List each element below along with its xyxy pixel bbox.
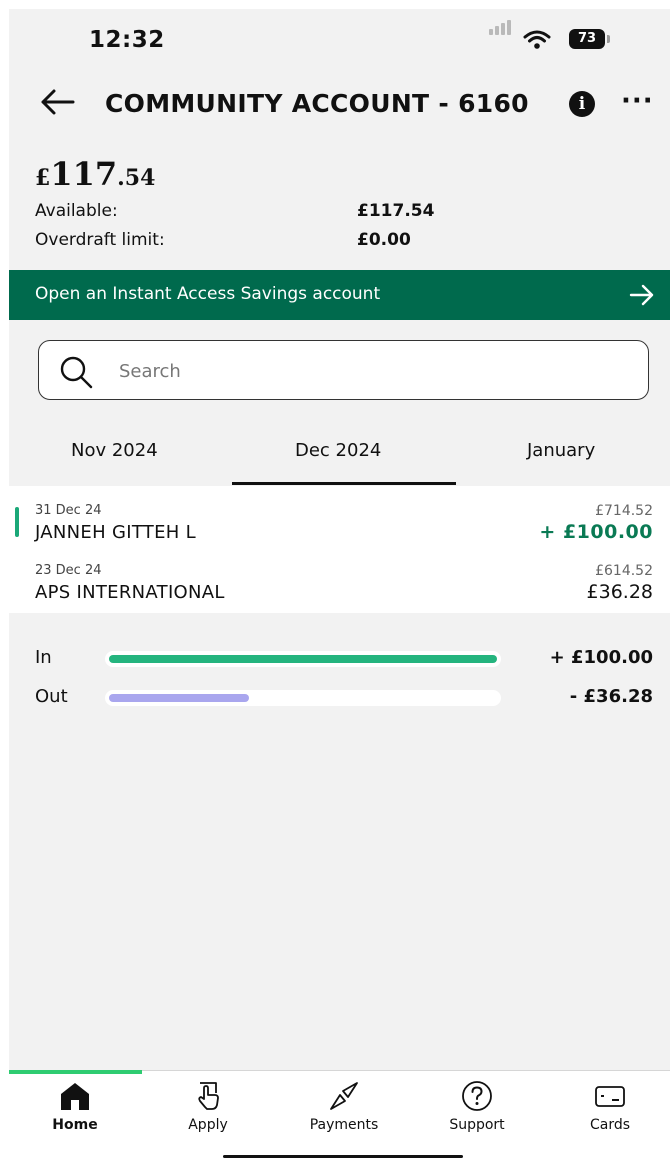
nav-label-home: Home <box>52 1117 98 1133</box>
nav-item-apply[interactable]: Apply <box>153 1079 263 1149</box>
tab-dec-2024[interactable]: Dec 2024 <box>295 440 381 461</box>
money-in-value: + £100.00 <box>549 647 653 668</box>
money-in-bar <box>109 655 497 663</box>
money-out-value: - £36.28 <box>569 686 653 707</box>
money-out-bar <box>109 694 249 702</box>
transaction-name: APS INTERNATIONAL <box>35 582 225 603</box>
money-in-label: In <box>35 647 52 668</box>
app-screen: 12:32 73 COMMUNITY ACCOUNT - 6160 i ··· … <box>9 9 670 1158</box>
transaction-row[interactable]: 31 Dec 24 JANNEH GITTEH L £714.52 + £100… <box>9 492 670 552</box>
account-header: COMMUNITY ACCOUNT - 6160 i ··· <box>9 75 670 135</box>
card-icon <box>595 1086 625 1107</box>
money-out-bar-track <box>105 690 501 706</box>
balance-pounds: 117 <box>50 155 118 193</box>
search-input[interactable] <box>119 355 619 387</box>
more-horizontal-icon[interactable]: ··· <box>621 88 653 117</box>
question-circle-icon <box>462 1081 492 1111</box>
search-box[interactable] <box>38 340 649 400</box>
transaction-list: 31 Dec 24 JANNEH GITTEH L £714.52 + £100… <box>9 486 670 613</box>
promo-text: Open an Instant Access Savings account <box>35 284 381 304</box>
wifi-icon <box>523 30 551 49</box>
nav-label-support: Support <box>449 1117 505 1133</box>
battery-tip <box>607 35 610 43</box>
balance-amount: £117.54 <box>35 155 155 193</box>
transaction-amount: + £100.00 <box>539 521 653 543</box>
transaction-row[interactable]: 23 Dec 24 APS INTERNATIONAL £614.52 £36.… <box>9 552 670 612</box>
hand-pointer-icon <box>198 1082 219 1110</box>
status-time: 12:32 <box>89 27 165 53</box>
nav-label-payments: Payments <box>309 1117 379 1133</box>
nav-item-home[interactable]: Home <box>20 1079 130 1149</box>
transaction-running-balance: £714.52 <box>595 503 653 519</box>
balance-currency: £ <box>35 165 51 191</box>
nav-item-payments[interactable]: Payments <box>289 1079 399 1149</box>
status-bar: 12:32 73 <box>9 9 670 65</box>
nav-item-cards[interactable]: Cards <box>555 1079 665 1149</box>
money-in-bar-track <box>105 651 501 667</box>
transaction-date: 31 Dec 24 <box>35 503 102 518</box>
nav-active-indicator <box>9 1070 142 1074</box>
transaction-running-balance: £614.52 <box>595 563 653 579</box>
search-icon <box>60 356 93 389</box>
available-label: Available: <box>35 201 118 221</box>
available-value: £117.54 <box>357 201 435 221</box>
transaction-date: 23 Dec 24 <box>35 563 102 578</box>
new-transaction-marker <box>15 507 19 537</box>
money-out-row: Out - £36.28 <box>9 681 670 715</box>
transaction-amount: £36.28 <box>586 581 653 603</box>
nav-item-support[interactable]: Support <box>422 1079 532 1149</box>
payments-arrows-icon <box>330 1082 358 1110</box>
home-icon <box>61 1083 89 1110</box>
arrow-left-icon[interactable] <box>39 87 75 117</box>
overdraft-value: £0.00 <box>357 230 411 250</box>
money-out-label: Out <box>35 686 68 707</box>
tab-nov-2024[interactable]: Nov 2024 <box>71 440 158 461</box>
transaction-name: JANNEH GITTEH L <box>35 522 196 543</box>
selected-tab-indicator <box>232 482 456 485</box>
arrow-right-icon <box>629 284 654 306</box>
money-in-row: In + £100.00 <box>9 642 670 676</box>
nav-label-apply: Apply <box>188 1117 228 1133</box>
tab-january[interactable]: January <box>527 440 595 461</box>
info-icon[interactable]: i <box>569 91 595 117</box>
month-tabs: Nov 2024 Dec 2024 January <box>9 420 670 486</box>
balance-pence: .54 <box>117 165 156 191</box>
page-title: COMMUNITY ACCOUNT - 6160 <box>105 89 529 118</box>
bottom-nav: Home Apply Payments Support Cards <box>9 1070 670 1158</box>
nav-label-cards: Cards <box>589 1117 631 1133</box>
battery-icon: 73 <box>569 29 605 49</box>
overdraft-label: Overdraft limit: <box>35 230 165 250</box>
savings-promo-banner[interactable]: Open an Instant Access Savings account <box>9 270 670 320</box>
